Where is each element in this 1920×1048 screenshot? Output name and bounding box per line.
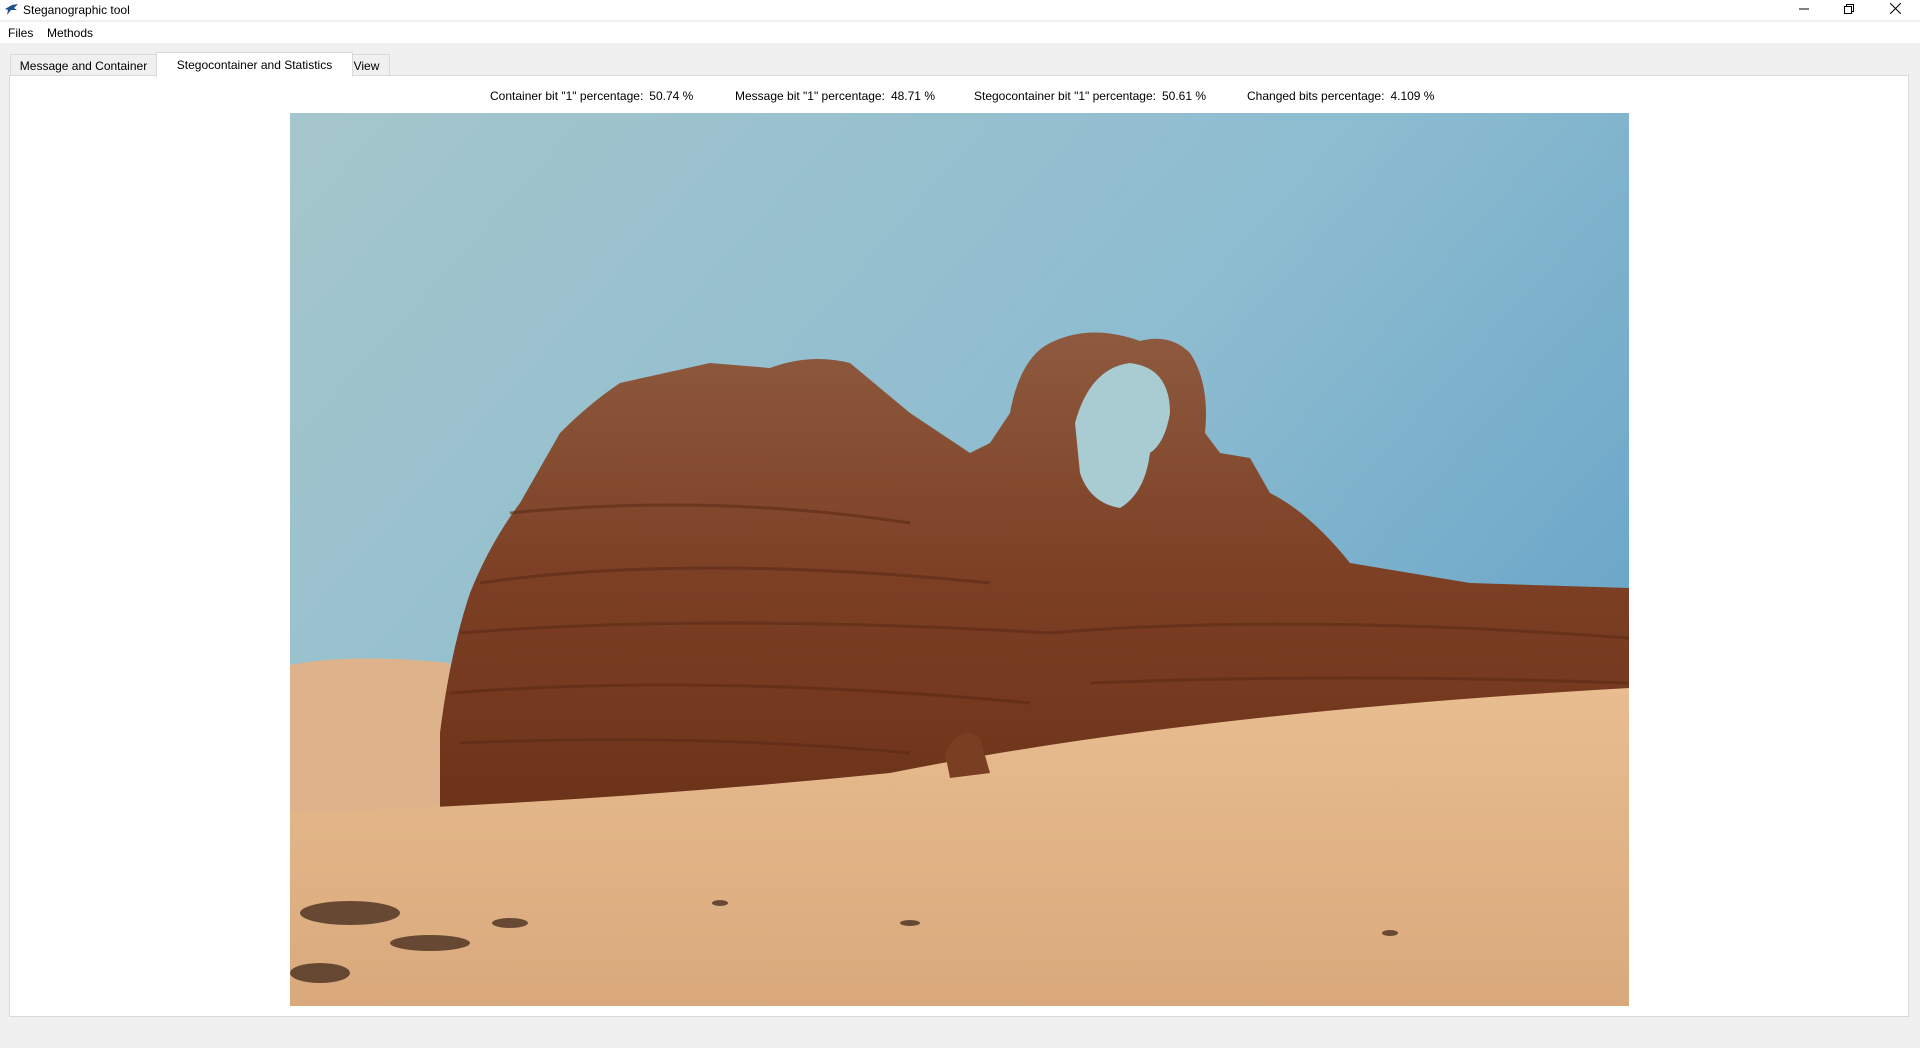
changed-bits-label: Changed bits percentage: [1247,89,1385,103]
stegocontainer-bit-value: 50.61 % [1161,89,1207,103]
message-bit-value: 48.71 % [890,89,935,103]
stegocontainer-image [290,113,1629,1006]
minimize-button[interactable] [1781,0,1827,20]
minimize-icon [1799,3,1809,17]
tab-stegocontainer-and-statistics[interactable]: Stegocontainer and Statistics [156,52,353,77]
close-icon [1889,2,1901,17]
menu-bar: Files Methods [0,22,1920,43]
bird-icon [4,3,19,16]
changed-bits-value: 4.109 % [1390,89,1435,103]
menu-methods[interactable]: Methods [47,26,93,40]
restore-button[interactable] [1826,0,1872,20]
changed-bits-stat: Changed bits percentage: 4.109 % [1247,89,1434,103]
menu-files[interactable]: Files [8,26,33,40]
container-bit-value: 50.74 % [649,89,694,103]
close-button[interactable] [1872,0,1918,20]
restore-icon [1844,3,1854,17]
message-bit-stat: Message bit "1" percentage: 48.71 % [735,89,935,103]
container-bit-label: Container bit "1" percentage: [490,89,644,103]
message-bit-label: Message bit "1" percentage: [735,89,885,103]
tab-message-and-container[interactable]: Message and Container [10,54,157,76]
stegocontainer-bit-stat: Stegocontainer bit "1" percentage: 50.61 … [974,89,1206,103]
window-title: Steganographic tool [23,3,130,17]
desert-arch-image [290,113,1629,1006]
title-bar: Steganographic tool [0,0,1920,20]
container-bit-stat: Container bit "1" percentage: 50.74 % [490,89,693,103]
stegocontainer-bit-label: Stegocontainer bit "1" percentage: [974,89,1156,103]
status-bar [0,1018,1920,1048]
